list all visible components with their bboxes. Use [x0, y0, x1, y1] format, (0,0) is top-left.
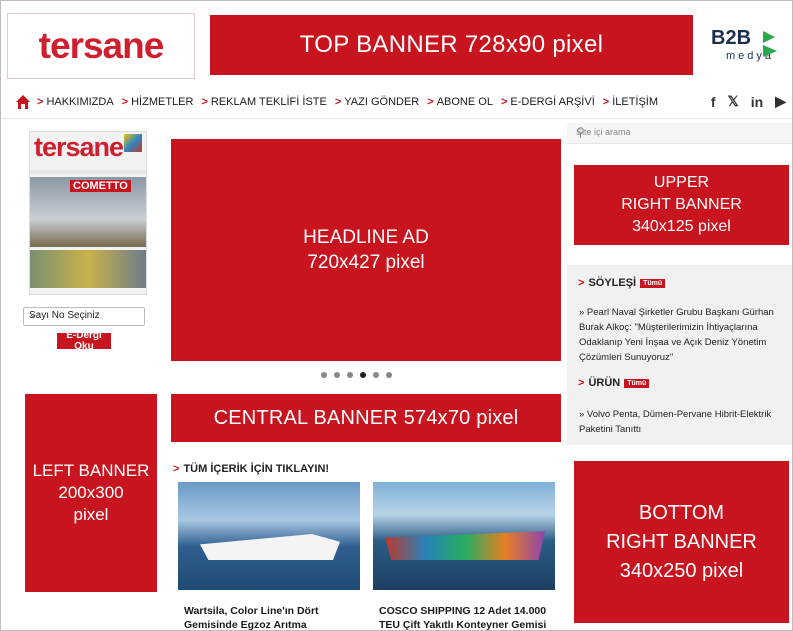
- chevron-right-icon: >: [578, 277, 585, 289]
- chevron-right-icon: >: [602, 96, 610, 108]
- see-all-button[interactable]: Tümü: [624, 378, 650, 388]
- sidebar-news-item[interactable]: » Volvo Penta, Dümen-Pervane Hibrit-Elek…: [579, 407, 779, 437]
- nav-item-label: ABONE OL: [436, 96, 493, 108]
- top-banner[interactable]: TOP BANNER 728x90 pixel: [210, 15, 693, 75]
- cover-badge-icon: [124, 134, 142, 152]
- search-icon[interactable]: ⚲: [576, 125, 783, 139]
- youtube-icon[interactable]: ▶: [775, 93, 786, 110]
- slider-dot[interactable]: [373, 372, 379, 378]
- headline-ad-line: 720x427 pixel: [307, 252, 425, 273]
- central-banner-text: CENTRAL BANNER 574x70 pixel: [213, 406, 519, 429]
- home-icon[interactable]: [15, 94, 31, 110]
- slider-dot[interactable]: [321, 372, 327, 378]
- banner-line: 340x250 pixel: [619, 559, 744, 582]
- news-card-title[interactable]: COSCO SHIPPING 12 Adet 14.000 TEU Çift Y…: [373, 604, 555, 630]
- headline-ad-line: HEADLINE AD: [303, 227, 429, 248]
- cover-strip: [30, 170, 146, 174]
- chevron-right-icon: >: [427, 96, 434, 108]
- nav-item-abone-ol[interactable]: > ABONE OL: [427, 96, 493, 108]
- chevron-right-icon: >: [201, 96, 208, 108]
- ferry-ship-image: [200, 534, 340, 560]
- social-links: f 𝕏 in ▶: [711, 93, 786, 110]
- banner-line: 340x125 pixel: [632, 218, 731, 235]
- site-search[interactable]: Site içi arama ⚲: [567, 123, 792, 144]
- site-logo[interactable]: tersane: [7, 13, 195, 79]
- news-card[interactable]: COSCO SHIPPING 12 Adet 14.000 TEU Çift Y…: [373, 482, 555, 630]
- x-twitter-icon[interactable]: 𝕏: [727, 93, 738, 110]
- top-banner-text: TOP BANNER 728x90 pixel: [299, 31, 604, 58]
- chevron-right-icon: >: [173, 463, 180, 475]
- sidebar-news-item[interactable]: » Pearl Naval Şirketler Grubu Başkanı Gü…: [579, 305, 779, 365]
- banner-line: BOTTOM: [638, 501, 725, 524]
- headline-ad-text: HEADLINE AD 720x427 pixel: [303, 225, 429, 275]
- bottom-right-banner[interactable]: BOTTOM RIGHT BANNER 340x250 pixel: [574, 461, 789, 623]
- left-banner-line: 200x300: [58, 483, 124, 502]
- nav-item-e-dergi-arsivi[interactable]: > E-DERGİ ARŞİVİ: [501, 96, 595, 108]
- cover-headline: COMETTO: [70, 180, 131, 192]
- read-emagazine-button[interactable]: E-Dergi Oku: [57, 330, 111, 352]
- chevron-right-icon: >: [121, 96, 129, 108]
- banner-line: RIGHT BANNER: [621, 196, 742, 213]
- section-header-soylesi[interactable]: > SÖYLEŞİ Tümü: [578, 277, 666, 289]
- nav-item-yazi-gonder[interactable]: > YAZI GÖNDER: [335, 96, 419, 108]
- section-title: ÜRÜN: [588, 377, 621, 389]
- central-banner[interactable]: CENTRAL BANNER 574x70 pixel: [171, 394, 561, 442]
- bottom-right-banner-text: BOTTOM RIGHT BANNER 340x250 pixel: [606, 499, 757, 586]
- see-all-button[interactable]: Tümü: [640, 278, 666, 288]
- read-emagazine-label: E-Dergi Oku: [66, 330, 102, 352]
- left-banner-line: pixel: [73, 505, 109, 524]
- left-banner-text: LEFT BANNER 200x300 pixel: [33, 460, 150, 526]
- slider-dot[interactable]: [347, 372, 353, 378]
- banner-line: RIGHT BANNER: [606, 530, 757, 553]
- chevron-right-icon: >: [578, 377, 585, 389]
- cover-photo-strip: [30, 250, 146, 288]
- slider-dots: [321, 372, 392, 378]
- nav-item-reklam[interactable]: > REKLAM TEKLİFİ İSTE: [201, 96, 326, 108]
- magazine-cover[interactable]: tersane COMETTO: [29, 131, 147, 295]
- page-frame: tersane TOP BANNER 728x90 pixel B2B medy…: [0, 0, 793, 631]
- sidebar-news-box: > SÖYLEŞİ Tümü » Pearl Naval Şirketler G…: [567, 265, 792, 445]
- left-banner-line: LEFT BANNER: [32, 461, 150, 480]
- upper-right-banner-text: UPPER RIGHT BANNER 340x125 pixel: [621, 172, 742, 238]
- slider-dot[interactable]: [386, 372, 392, 378]
- news-card-title[interactable]: Wartsila, Color Line'ın Dört Gemisinde E…: [178, 604, 360, 630]
- nav-item-hizmetler[interactable]: > HİZMETLER: [122, 96, 194, 108]
- nav-item-label: İLETİŞİM: [612, 96, 659, 108]
- issue-select[interactable]: Sayı No Seçiniz ⌄: [23, 307, 145, 326]
- nav-item-iletisim[interactable]: > İLETİŞİM: [603, 96, 658, 108]
- nav-item-label: HAKKIMIZDA: [46, 96, 114, 108]
- site-logo-text: tersane: [38, 25, 165, 66]
- section-title: SÖYLEŞİ: [588, 277, 637, 289]
- nav-items: > HAKKIMIZDA > HİZMETLER > REKLAM TEKLİFİ İ…: [37, 96, 666, 108]
- all-content-label: TÜM İÇERİK İÇİN TIKLAYIN!: [183, 463, 330, 475]
- news-card[interactable]: Wartsila, Color Line'ın Dört Gemisinde E…: [178, 482, 360, 630]
- banner-line: UPPER: [653, 174, 710, 191]
- nav-item-label: YAZI GÖNDER: [344, 96, 420, 108]
- nav-item-label: HİZMETLER: [131, 96, 194, 108]
- linkedin-icon[interactable]: in: [751, 94, 763, 110]
- section-header-urun[interactable]: > ÜRÜN Tümü: [578, 377, 650, 389]
- nav-item-label: REKLAM TEKLİFİ İSTE: [210, 96, 327, 108]
- chevron-right-icon: >: [37, 96, 44, 108]
- nav-item-hakkimizda[interactable]: > HAKKIMIZDA: [37, 96, 114, 108]
- chevron-right-icon: >: [334, 96, 342, 108]
- container-ship-image: [385, 531, 545, 560]
- facebook-icon[interactable]: f: [711, 94, 716, 110]
- slider-dot[interactable]: [334, 372, 340, 378]
- news-card-image[interactable]: [178, 482, 360, 590]
- cover-title: tersane: [34, 132, 124, 162]
- headline-ad[interactable]: HEADLINE AD 720x427 pixel: [171, 139, 561, 361]
- left-banner[interactable]: LEFT BANNER 200x300 pixel: [25, 394, 157, 592]
- b2b-medya-logo[interactable]: B2B medya: [711, 27, 783, 67]
- news-card-image[interactable]: [373, 482, 555, 590]
- b2b-logo-title: B2B: [711, 27, 752, 49]
- upper-right-banner[interactable]: UPPER RIGHT BANNER 340x125 pixel: [574, 165, 789, 245]
- slider-dot-active[interactable]: [360, 372, 366, 378]
- all-content-link[interactable]: > TÜM İÇERİK İÇİN TIKLAYIN!: [173, 463, 329, 475]
- b2b-arrow-icon: [763, 31, 777, 57]
- main-nav: > HAKKIMIZDA > HİZMETLER > REKLAM TEKLİFİ İ…: [1, 88, 792, 119]
- chevron-down-icon: ⌄: [29, 309, 37, 319]
- chevron-right-icon: >: [500, 96, 508, 108]
- nav-item-label: E-DERGİ ARŞİVİ: [510, 96, 595, 108]
